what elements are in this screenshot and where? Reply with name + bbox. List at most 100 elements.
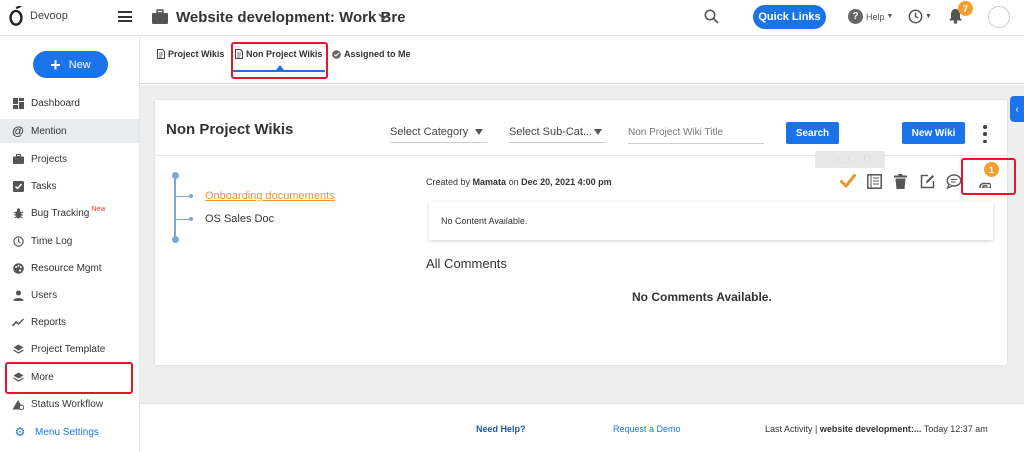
workflow-icon xyxy=(12,398,24,410)
caret-down-icon: ▼ xyxy=(886,13,894,20)
palette-icon xyxy=(12,262,24,274)
layers-icon xyxy=(12,343,24,355)
caret-down-icon xyxy=(475,128,483,135)
tree-end-node xyxy=(171,236,179,243)
page-title: Non Project Wikis xyxy=(166,121,294,138)
tab-assigned-to-me[interactable]: Assigned to Me xyxy=(332,49,411,59)
doc-icon xyxy=(157,49,165,59)
user-icon xyxy=(12,289,24,301)
help-menu[interactable]: ? Help ▼ xyxy=(848,9,893,24)
devoop-logo-icon xyxy=(9,6,23,26)
gear-icon: ⚙ xyxy=(14,425,26,439)
user-avatar[interactable] xyxy=(988,6,1010,28)
sidebar-item-label: Reports xyxy=(31,316,67,328)
last-activity: Last Activity | website development:... … xyxy=(765,424,988,434)
tree-item-os-sales-doc[interactable]: OS Sales Doc xyxy=(205,213,274,225)
chart-icon xyxy=(12,316,24,328)
author-name: Mamata xyxy=(472,177,507,187)
footer: Need Help? Request a Demo Last Activity … xyxy=(140,403,1024,452)
tree-branch xyxy=(176,196,190,197)
notification-badge: 7 xyxy=(958,1,973,16)
sidebar-item-label: Project Template xyxy=(31,343,106,355)
sidebar-item-label: Bug Tracking xyxy=(31,207,90,219)
check-circle-icon xyxy=(332,49,341,59)
clock-icon xyxy=(908,9,923,24)
last-activity-time: Today 12:37 am xyxy=(923,424,988,434)
edit-icon[interactable] xyxy=(920,174,935,189)
category-select[interactable]: Select Category xyxy=(390,121,487,143)
clock-icon xyxy=(12,235,24,247)
sidebar-item-label: Dashboard xyxy=(31,97,80,109)
sidebar-item-users[interactable]: Users xyxy=(0,283,139,307)
dashboard-icon xyxy=(12,97,24,109)
sidebar-item-project-template[interactable]: Project Template xyxy=(0,337,139,361)
wiki-content-box: No Content Available. xyxy=(429,202,993,240)
checkbox-icon xyxy=(12,180,24,192)
new-wiki-button[interactable]: New Wiki xyxy=(902,122,965,144)
project-briefcase-icon xyxy=(152,9,168,24)
project-title[interactable]: Website development: Work Bre xyxy=(176,9,406,26)
tree-root-node xyxy=(171,172,179,179)
new-button-label: New xyxy=(68,58,91,71)
created-date: Dec 20, 2021 4:00 pm xyxy=(521,177,612,187)
new-button[interactable]: + New xyxy=(33,51,108,78)
on-word: on xyxy=(508,177,519,187)
hamburger-menu-icon[interactable] xyxy=(118,11,132,22)
sidebar-item-label: Status Workflow xyxy=(31,398,104,410)
time-menu[interactable]: ▼ xyxy=(908,9,932,24)
disable-wiki-check-icon[interactable] xyxy=(840,174,856,188)
tree-connector-line xyxy=(174,176,176,241)
wiki-title-input[interactable] xyxy=(628,122,764,144)
highlight-box-more xyxy=(5,362,133,394)
sidebar-item-label: Users xyxy=(31,289,58,301)
caret-down-icon: ▼ xyxy=(925,13,932,20)
sidebar-item-menu-settings[interactable]: ⚙ Menu Settings xyxy=(0,420,139,444)
tab-label: Project Wikis xyxy=(168,49,225,59)
comments-heading: All Comments xyxy=(426,256,507,271)
app-logo[interactable]: Devoop xyxy=(8,6,68,26)
request-demo-link[interactable]: Request a Demo xyxy=(613,424,681,434)
trash-icon[interactable] xyxy=(894,174,907,189)
chevron-down-icon[interactable] xyxy=(378,13,389,21)
app-name: Devoop xyxy=(30,10,68,22)
sidebar-item-status-workflow[interactable]: Status Workflow xyxy=(0,392,139,416)
sidebar-item-resource-mgmt[interactable]: Resource Mgmt xyxy=(0,256,139,280)
sidebar-item-label: Resource Mgmt xyxy=(31,262,102,274)
sidebar-item-reports[interactable]: Reports xyxy=(0,310,139,334)
tree-branch-node xyxy=(189,194,193,198)
subcategory-select[interactable]: Select Sub-Cat... xyxy=(509,121,606,143)
more-options-icon[interactable] xyxy=(982,125,988,143)
quick-links-button[interactable]: Quick Links xyxy=(753,5,826,29)
need-help-link[interactable]: Need Help? xyxy=(476,424,526,434)
subcategory-select-value: Select Sub-Cat... xyxy=(509,125,593,138)
briefcase-icon xyxy=(12,153,24,165)
sidebar-item-label: Menu Settings xyxy=(35,426,99,438)
sidebar-item-time-log[interactable]: Time Log xyxy=(0,229,139,253)
tree-item-onboarding[interactable]: Onboarding documements xyxy=(205,190,335,202)
search-button[interactable]: Search xyxy=(786,122,839,144)
new-tag-badge: New xyxy=(91,205,106,213)
sidebar-item-projects[interactable]: Projects xyxy=(0,147,139,171)
at-icon: @ xyxy=(12,124,24,138)
sidebar-item-tasks[interactable]: Tasks xyxy=(0,174,139,198)
comment-icon[interactable] xyxy=(946,174,962,189)
sidebar-item-bug-tracking[interactable]: Bug Tracking New xyxy=(0,201,139,225)
last-activity-prefix: Last Activity | xyxy=(765,424,818,434)
category-select-value: Select Category xyxy=(390,125,469,138)
view-document-icon[interactable] xyxy=(867,174,882,189)
collapse-panel-chevron-icon[interactable]: ‹ xyxy=(1010,96,1024,122)
wiki-content-text: No Content Available. xyxy=(441,216,528,226)
sidebar-item-label: Tasks xyxy=(31,180,57,192)
search-icon[interactable] xyxy=(704,9,719,24)
plus-icon: + xyxy=(50,54,61,75)
tab-project-wikis[interactable]: Project Wikis xyxy=(157,49,224,59)
created-by-prefix: Created by xyxy=(426,177,471,187)
sidebar-item-mention[interactable]: @ Mention xyxy=(0,119,139,143)
sidebar-item-dashboard[interactable]: Dashboard xyxy=(0,91,139,115)
sidebar-item-label: Projects xyxy=(31,153,68,165)
sidebar-item-label: Time Log xyxy=(31,235,73,247)
bug-icon xyxy=(12,207,24,219)
last-activity-project[interactable]: website development:... xyxy=(820,424,922,434)
top-bar: Devoop Website development: Work Bre Qui… xyxy=(0,0,1024,36)
help-icon: ? xyxy=(848,9,863,24)
